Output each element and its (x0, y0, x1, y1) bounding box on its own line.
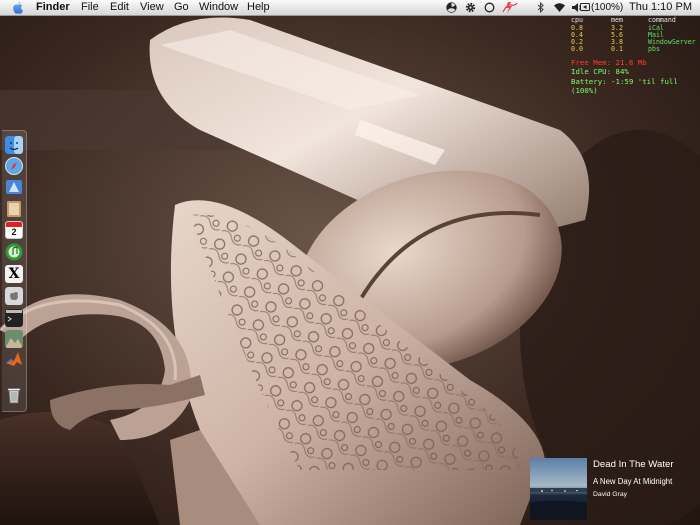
safari-icon[interactable] (5, 157, 23, 175)
battery-percent[interactable]: (100%) (591, 0, 623, 15)
wifi-icon[interactable] (553, 2, 566, 13)
bluetooth-icon[interactable] (537, 2, 545, 13)
matlab-icon[interactable] (5, 350, 23, 368)
gear-icon[interactable] (465, 2, 476, 13)
lightning-icon[interactable] (501, 2, 519, 14)
menu-bar: Finder File Edit View Go Window Help (10… (0, 0, 700, 16)
radiation-icon[interactable] (446, 2, 457, 13)
menu-app-name[interactable]: Finder (36, 0, 70, 15)
free-memory: Free Mem: 21.8 Mb (571, 58, 647, 67)
menu-window[interactable]: Window (199, 0, 238, 15)
album-art (530, 458, 587, 520)
ical-day: 2 (11, 227, 17, 237)
battery-icon[interactable] (580, 2, 590, 12)
terminal-icon[interactable] (5, 309, 23, 327)
battery-status: Battery: -1:59 'til full (100%) (571, 76, 678, 96)
track-album: A New Day At Midnight (593, 477, 673, 486)
menu-view[interactable]: View (140, 0, 164, 15)
track-title: Dead In The Water (593, 459, 674, 470)
system-info: Free Mem: 21.8 Mb Idle CPU: 84% Battery:… (571, 58, 700, 96)
mem-value: 0.1 (611, 45, 623, 53)
ical-icon[interactable]: 2 (5, 221, 23, 239)
itunes-icon[interactable] (5, 243, 23, 261)
menu-edit[interactable]: Edit (110, 0, 129, 15)
menu-file[interactable]: File (81, 0, 99, 15)
apple-icon[interactable] (5, 287, 23, 305)
finder-icon[interactable] (5, 136, 23, 154)
now-playing-widget: Dead In The Water A New Day At Midnight … (530, 458, 700, 520)
dock: 2 X (2, 130, 27, 412)
cpu-value: 0.0 (571, 45, 583, 53)
trash-icon[interactable] (5, 386, 23, 404)
idle-cpu: Idle CPU: 84% (571, 67, 629, 77)
mail-icon[interactable] (5, 178, 23, 196)
menu-help[interactable]: Help (247, 0, 270, 15)
address-book-icon[interactable] (5, 200, 23, 218)
x11-icon[interactable]: X (5, 265, 23, 283)
apple-menu-icon[interactable] (12, 1, 24, 14)
track-artist: David Gray (593, 491, 627, 498)
command-value: pbs (648, 45, 660, 53)
circle-icon[interactable] (484, 2, 495, 13)
photo-app-icon[interactable] (5, 330, 23, 348)
menu-clock[interactable]: Thu 1:10 PM (629, 0, 692, 15)
menu-go[interactable]: Go (174, 0, 189, 15)
